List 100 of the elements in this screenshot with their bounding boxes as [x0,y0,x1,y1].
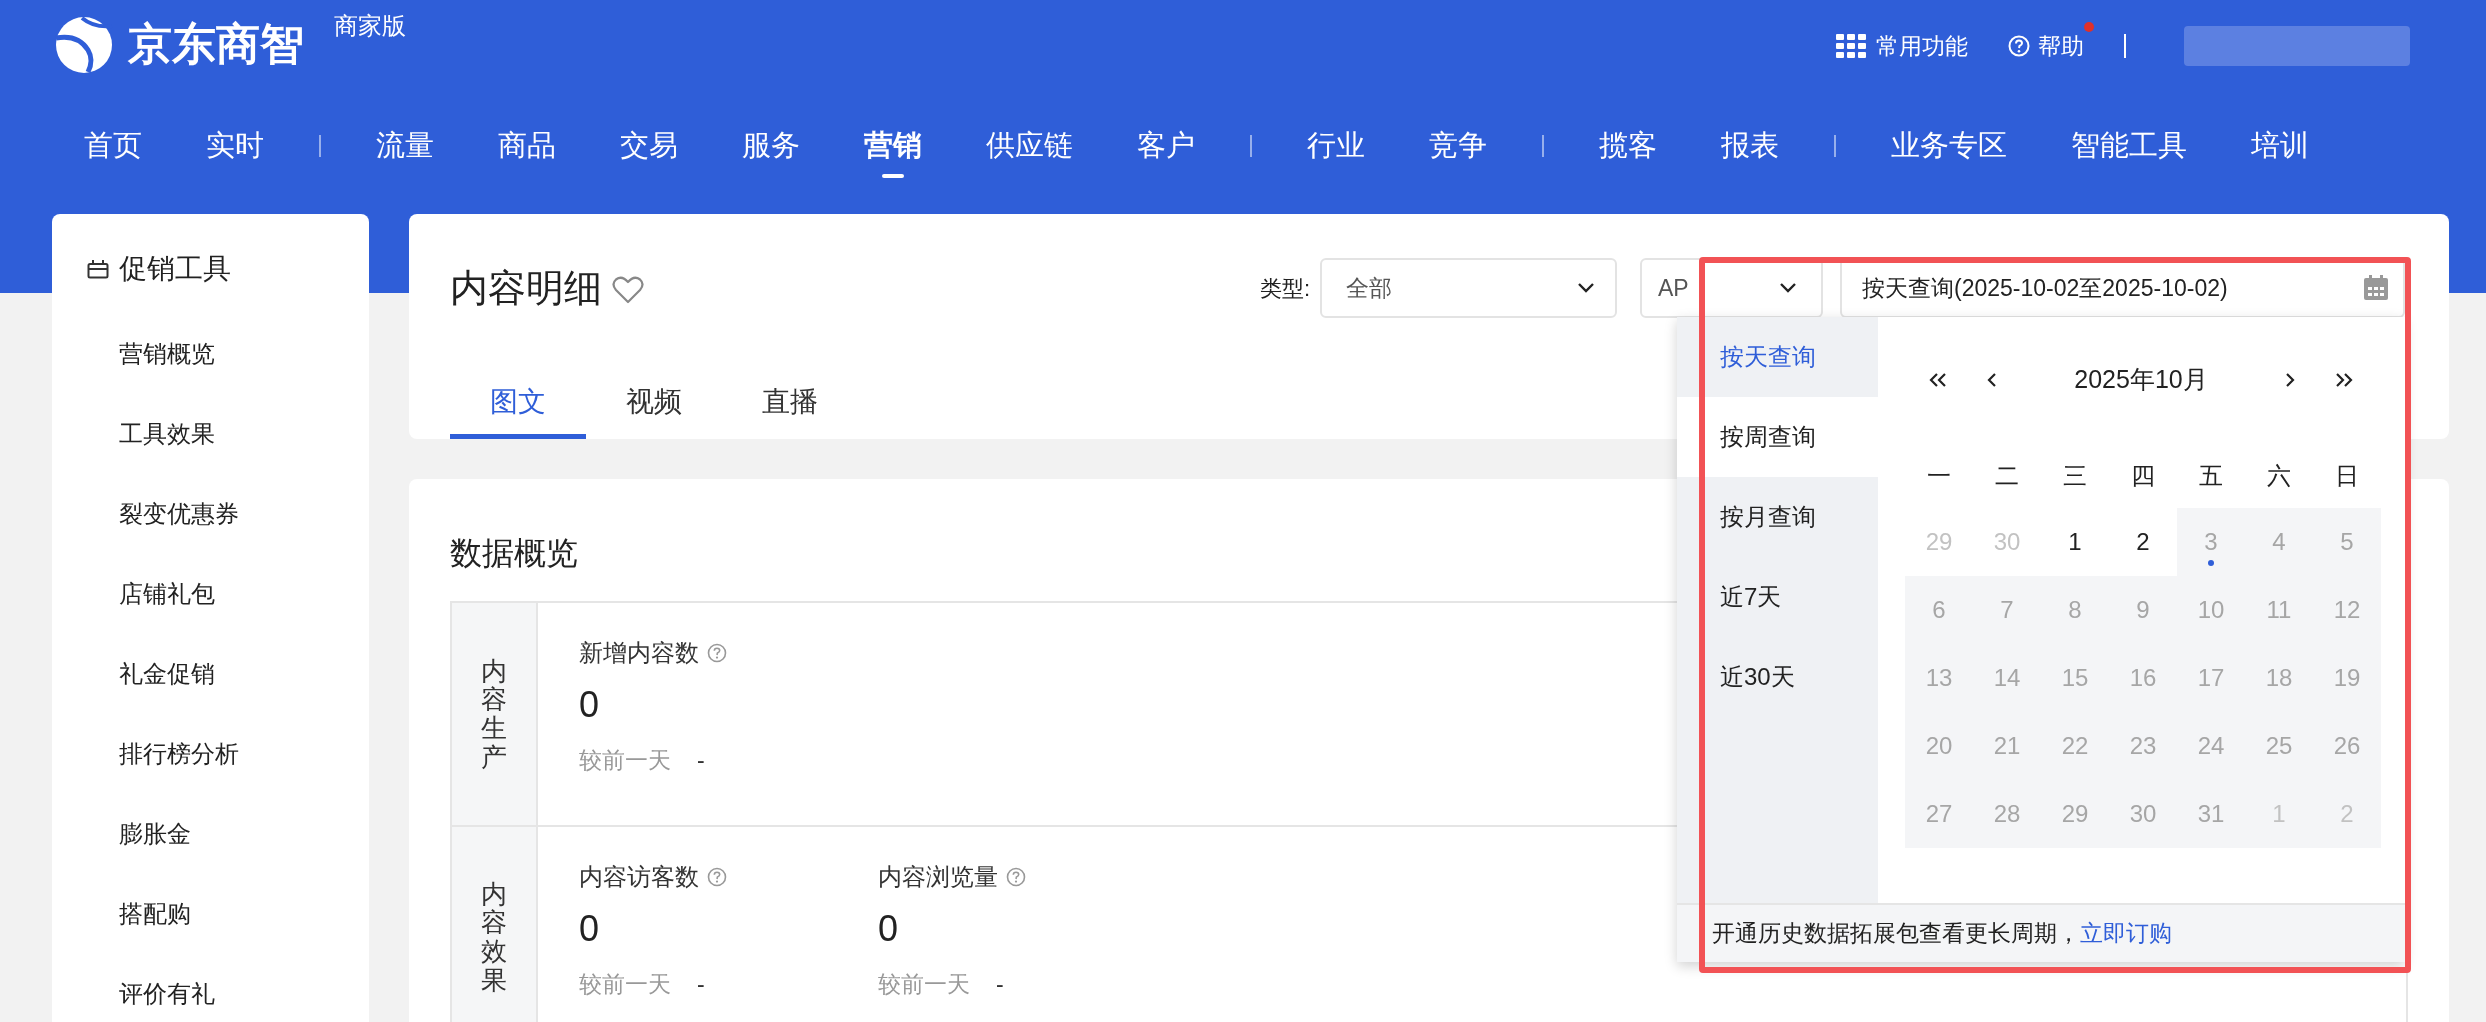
calendar-day: 19 [2313,644,2381,712]
calendar-day: 22 [2041,712,2109,780]
calendar-day: 4 [2245,508,2313,576]
section-label: 内容效果 [481,879,507,995]
sidebar-item[interactable]: 工具效果 [52,394,369,474]
chevron-down-icon [1577,282,1595,294]
sidebar-item[interactable]: 礼金促销 [52,634,369,714]
metric-value: 0 [878,907,900,951]
date-mode-option[interactable]: 按周查询 [1677,397,1878,477]
double-chevron-right-icon[interactable] [2335,372,2353,388]
nav-tab[interactable]: 营销 [832,116,954,176]
calendar-day: 25 [2245,712,2313,780]
nav-tab[interactable]: 商品 [466,116,588,176]
metric-label: 内容浏览量 [878,862,998,892]
sidebar-item[interactable]: 店铺礼包 [52,554,369,634]
content-tab[interactable]: 视频 [586,369,722,439]
compare-label: 较前一天 [878,970,970,999]
calendar-day: 21 [1973,712,2041,780]
sidebar-item[interactable]: 营销概览 [52,314,369,394]
calendar-day: 28 [1973,780,2041,848]
nav-tab[interactable]: 客户 [1105,116,1227,176]
calendar-day: 9 [2109,576,2177,644]
calendar-day: 14 [1973,644,2041,712]
section-label: 内容生产 [481,656,507,772]
calendar-day: 30 [2109,780,2177,848]
help-icon [2008,35,2030,57]
calendar-day: 17 [2177,644,2245,712]
page-title: 内容明细 [450,266,602,311]
metric-label: 新增内容数 [579,638,699,668]
weekday-label: 三 [2063,461,2087,491]
nav-tab[interactable]: 交易 [588,116,710,176]
calendar-day: 7 [1973,576,2041,644]
brand-name: 京东商智 [128,18,304,70]
sidebar-title: 促销工具 [119,252,231,286]
nav-tab[interactable]: 首页 [52,116,174,176]
calendar-month: 2025年10月 [2074,364,2208,396]
calendar-day: 31 [2177,780,2245,848]
sidebar-item[interactable]: 裂变优惠券 [52,474,369,554]
calendar-day: 12 [2313,576,2381,644]
filter-label: 类型: [1259,274,1310,303]
calendar-day: 15 [2041,644,2109,712]
weekday-label: 四 [2131,461,2155,491]
metric-value: 0 [579,907,601,951]
calendar-day: 3 [2177,508,2245,576]
compare-value: - [697,970,705,999]
nav-tab[interactable]: 流量 [344,116,466,176]
compare-value: - [697,746,705,775]
compare-value: - [996,970,1004,999]
calendar-day: 10 [2177,576,2245,644]
calendar-day: 6 [1905,576,1973,644]
metric-value: 0 [579,683,601,727]
calendar-day: 11 [2245,576,2313,644]
chevron-right-icon[interactable] [2285,372,2295,388]
calendar-day: 5 [2313,508,2381,576]
help-icon[interactable] [1006,867,1026,887]
nav-tab[interactable]: 智能工具 [2039,116,2219,176]
weekday-label: 日 [2335,461,2359,491]
metric-label: 内容访客数 [579,862,699,892]
heart-icon[interactable] [612,276,644,304]
sidebar-item[interactable]: 排行榜分析 [52,714,369,794]
quick-menu-button[interactable]: 常用功能 [1836,28,1968,64]
compare-label: 较前一天 [579,970,671,999]
nav-tab[interactable]: 供应链 [954,116,1105,176]
calendar-day: 13 [1905,644,1973,712]
calendar-day: 18 [2245,644,2313,712]
nav-tab[interactable]: 实时 [174,116,296,176]
calendar-day: 20 [1905,712,1973,780]
content-tab[interactable]: 直播 [722,369,858,439]
help-button[interactable]: 帮助 [2008,28,2084,64]
nav-tab[interactable]: 竞争 [1397,116,1519,176]
subscribe-link[interactable]: 立即订购 [2080,916,2172,951]
grid-icon [1836,34,1866,58]
chevron-down-icon [1779,282,1797,294]
edition-label: 商家版 [334,11,406,41]
help-icon[interactable] [707,867,727,887]
nav-tab[interactable]: 报表 [1689,116,1811,176]
compare-label: 较前一天 [579,746,671,775]
weekday-label: 二 [1995,461,2019,491]
type-select[interactable]: 全部 [1320,258,1617,318]
help-icon[interactable] [707,643,727,663]
sidebar-item[interactable]: 膨胀金 [52,794,369,874]
calendar-day: 26 [2313,712,2381,780]
box-icon [87,259,109,279]
content-tab[interactable]: 图文 [450,369,586,439]
nav-tab[interactable]: 行业 [1275,116,1397,176]
nav-tab[interactable]: 揽客 [1567,116,1689,176]
weekday-label: 六 [2267,461,2291,491]
double-chevron-left-icon[interactable] [1929,372,1947,388]
sidebar-item[interactable]: 评价有礼 [52,954,369,1022]
nav-tab[interactable]: 服务 [710,116,832,176]
calendar-day: 29 [2041,780,2109,848]
footer-text: 开通历史数据拓展包查看更长周期， [1712,919,2080,949]
calendar-day: 23 [2109,712,2177,780]
sidebar-item[interactable]: 搭配购 [52,874,369,954]
nav-tab[interactable]: 培训 [2219,116,2341,176]
calendar-day: 8 [2041,576,2109,644]
nav-tab[interactable]: 业务专区 [1859,116,2039,176]
chevron-left-icon[interactable] [1987,372,1997,388]
section-title: 数据概览 [450,534,578,573]
weekday-label: 一 [1927,461,1951,491]
